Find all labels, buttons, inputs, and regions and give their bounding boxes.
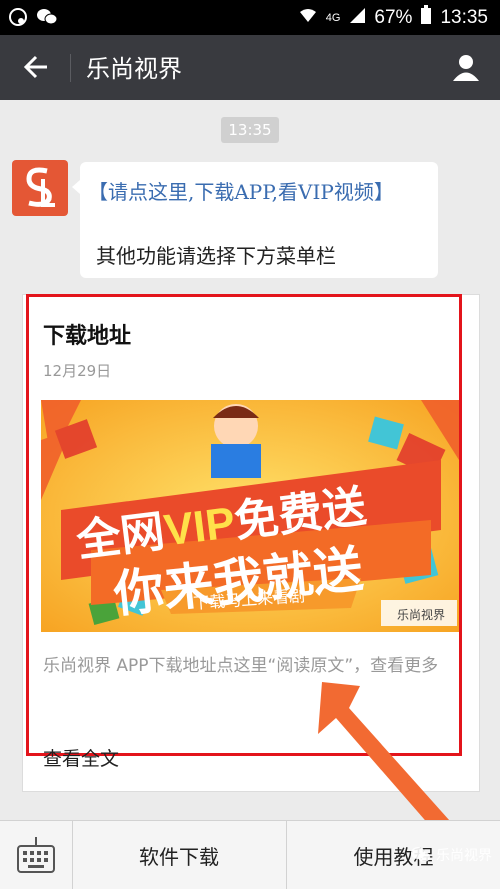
network-type: 4G [325,12,341,24]
article-title: 下载地址 [43,324,132,349]
watermark-text: 乐尚视界 [436,848,492,864]
article-date: 12月29日 [43,362,112,380]
brand-logo-icon [26,167,55,207]
banner-watermark: 乐尚视界 [397,608,446,622]
app-bar: 乐尚视界 [0,35,500,100]
corner-watermark: 乐尚视界 [410,845,492,865]
chat-title: 乐尚视界 [86,55,182,83]
status-left-icons [8,7,58,27]
clock: 13:35 [440,7,488,28]
keyboard-toggle-button[interactable] [0,821,73,889]
article-description: 乐尚视界 APP下载地址点这里“阅读原文”，查看更多 [43,656,439,676]
back-button[interactable] [14,45,58,89]
status-bar: 4G 67% 13:35 [0,0,500,35]
message-bubble: 【请点这里,下载APP,看VIP视频】 其他功能请选择下方菜单栏 [72,162,438,278]
menu-hint: 其他功能请选择下方菜单栏 [96,244,336,268]
bubble-tail [72,180,80,194]
profile-button[interactable] [444,45,488,89]
battery-icon [420,5,432,31]
download-link[interactable]: 【请点这里,下载APP,看VIP视频】 [88,176,394,205]
wifi-icon [298,6,318,30]
avatar[interactable] [12,160,68,216]
back-arrow-icon [23,55,47,79]
notification-icon [8,7,28,27]
battery-level: 67% [374,7,413,28]
wechat-watermark-icon [411,847,430,862]
message-timestamp: 13:35 [221,117,279,143]
menu-software-download[interactable]: 软件下载 [72,821,287,889]
app-bar-divider [70,54,71,82]
status-right: 4G 67% 13:35 [298,5,488,31]
person-icon [453,55,479,81]
wechat-icon [36,7,58,27]
signal-icon [348,6,366,30]
read-full-article-link[interactable]: 查看全文 [43,744,119,771]
article-banner[interactable]: 全网VIP免费送 你来我就送 下载马上来看剧 乐尚视界 [41,400,459,632]
keyboard-icon [17,837,55,873]
